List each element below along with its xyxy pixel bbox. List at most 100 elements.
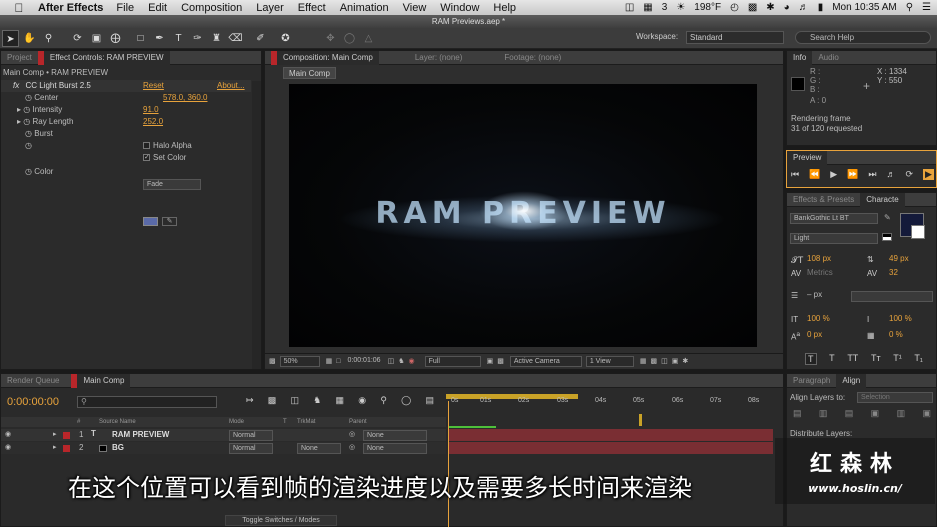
toggle-switches-modes[interactable]: Toggle Switches / Modes (225, 515, 337, 526)
menu-window[interactable]: Window (440, 2, 479, 14)
layer-bar-2[interactable] (448, 442, 773, 454)
layer-row-1[interactable]: ◉ ▸ 1 T RAM PREVIEW Normal ◎ None (1, 429, 446, 441)
ray-length-value[interactable]: 252.0 (143, 116, 163, 128)
resolution-select[interactable]: Full (424, 355, 481, 367)
stopwatch-icon[interactable]: ◷ (25, 129, 32, 138)
layer-row-2[interactable]: ◉ ▸ 2 BG Normal None ◎ None (1, 442, 446, 454)
baseline-value[interactable]: 0 px (807, 329, 822, 341)
transparency-grid-icon[interactable]: ▩ (497, 357, 504, 365)
burst-select[interactable]: Fade (143, 179, 201, 190)
stopwatch-icon[interactable]: ◷ (25, 141, 32, 150)
search-icon[interactable]: ⚲ (906, 2, 913, 13)
clone-stamp-tool-icon[interactable]: ♜ (208, 30, 225, 47)
effect-row[interactable]: fx CC Light Burst 2.5 (1, 80, 251, 92)
render-icon[interactable]: ▩ (650, 357, 657, 365)
stopwatch-icon[interactable]: ◷ (23, 105, 30, 114)
last-frame-icon[interactable]: ⏭ (868, 169, 876, 180)
apple-icon[interactable]:  (10, 1, 28, 15)
live-update-icon[interactable]: ▩ (268, 395, 277, 406)
menu-effect[interactable]: Effect (298, 2, 326, 14)
menu-app-name[interactable]: After Effects (38, 2, 103, 14)
roto-brush-tool-icon[interactable]: ✐ (252, 30, 269, 47)
auto-keyframe-icon[interactable]: ◯ (401, 395, 411, 406)
brainstorm-icon[interactable]: ⚲ (380, 395, 387, 406)
intensity-value[interactable]: 91.0 (143, 104, 159, 116)
pan-behind-tool-icon[interactable]: ⨁ (107, 30, 124, 47)
black-white-icon[interactable] (882, 233, 892, 241)
visibility-eye-icon[interactable]: ◉ (5, 443, 11, 451)
views-select[interactable]: 1 View (585, 355, 634, 367)
rotate-tool-icon[interactable]: ⟳ (69, 30, 86, 47)
set-color-checkbox[interactable]: ✓ Set Color (143, 152, 186, 164)
kerning-value[interactable]: Metrics (807, 267, 833, 279)
rectangle-tool-icon[interactable]: □ (132, 30, 149, 47)
puppet-tool-icon[interactable]: ✪ (277, 30, 294, 47)
faux-bold-icon[interactable]: T (805, 353, 817, 365)
camera-icon[interactable]: ◫ (625, 2, 634, 13)
tab-character[interactable]: Characte (860, 192, 905, 207)
small-caps-icon[interactable]: Tт (871, 353, 881, 365)
menu-layer[interactable]: Layer (256, 2, 284, 14)
expand-arrow-icon[interactable]: ▸ (53, 443, 57, 451)
leading-value[interactable]: 49 px (889, 253, 909, 265)
expand-arrow-icon[interactable]: ▸ (53, 430, 57, 438)
display-icon[interactable]: ▩ (748, 2, 757, 13)
style-select[interactable]: Light (790, 233, 878, 244)
battery-icon[interactable]: ▮ (818, 2, 824, 13)
reset-exposure-icon[interactable]: ▣ (672, 357, 679, 365)
mini-flowchart-icon[interactable]: ↦ (246, 395, 254, 406)
draft-3d-icon[interactable]: ◫ (291, 395, 300, 406)
eyedropper-icon[interactable]: ✎ (884, 213, 891, 222)
trkmat-select[interactable]: None (297, 443, 341, 454)
bluetooth-icon[interactable]: ✱ (766, 2, 774, 13)
align-hcenter-icon[interactable]: ▥ (819, 408, 828, 419)
brush-tool-icon[interactable]: ✑ (189, 30, 206, 47)
align-top-icon[interactable]: ▣ (871, 408, 880, 419)
clock-text[interactable]: Mon 10:35 AM (832, 2, 896, 13)
show-snapshot-icon[interactable]: ♞ (398, 357, 404, 365)
align-bottom-icon[interactable]: ▣ (922, 408, 931, 419)
mode-select[interactable]: Normal (229, 430, 273, 441)
weather-icon[interactable]: ☀ (676, 2, 685, 13)
hand-tool-icon[interactable]: ✋ (21, 30, 38, 47)
visibility-eye-icon[interactable]: ◉ (5, 430, 11, 438)
tracking-value[interactable]: 32 (889, 267, 898, 279)
label-color-red[interactable] (63, 445, 70, 452)
search-help-input[interactable]: Search Help (795, 31, 931, 44)
tab-main-comp[interactable]: Main Comp (71, 373, 131, 388)
ram-preview-icon[interactable]: ▶ (923, 169, 934, 180)
timeline-timecode[interactable]: 0:00:00:00 (7, 395, 59, 409)
stopwatch-icon[interactable]: ◷ (25, 93, 32, 102)
volume-icon[interactable]: ♬ (799, 2, 809, 13)
stroke-color-swatch[interactable] (911, 225, 925, 239)
next-frame-icon[interactable]: ⏩ (847, 169, 858, 180)
align-left-icon[interactable]: ▤ (793, 408, 802, 419)
vertical-scale-value[interactable]: 100 % (807, 313, 830, 325)
font-size-value[interactable]: 108 px (807, 253, 831, 265)
workspace-select[interactable]: Standard (686, 31, 784, 44)
about-link[interactable]: About... (217, 80, 245, 92)
type-tool-icon[interactable]: T (170, 30, 187, 47)
label-color-red[interactable] (63, 432, 70, 439)
notification-icon[interactable]: ▦ (643, 2, 652, 13)
motion-blur-icon[interactable]: ◉ (358, 395, 366, 406)
current-time-indicator[interactable] (448, 401, 449, 527)
zoom-select[interactable]: 50% (279, 355, 320, 367)
channel-icon[interactable]: ◉ (408, 357, 414, 365)
reset-link[interactable]: Reset (143, 80, 164, 92)
center-value[interactable]: 578.0, 360.0 (163, 92, 207, 104)
loop-icon[interactable]: ⟳ (905, 169, 913, 180)
indent-value[interactable]: – px (807, 289, 822, 301)
font-select[interactable]: BankGothic Lt BT (790, 213, 878, 224)
align-vcenter-icon[interactable]: ▥ (897, 408, 906, 419)
tab-paragraph[interactable]: Paragraph (787, 374, 836, 388)
tab-align[interactable]: Align (836, 373, 867, 388)
stopwatch-icon[interactable]: ◷ (23, 117, 30, 126)
graph-editor-icon[interactable]: ▤ (425, 395, 434, 406)
menu-edit[interactable]: Edit (148, 2, 167, 14)
comp-tab-button[interactable]: Main Comp (283, 67, 336, 79)
current-time[interactable]: 0:00:01:06 (344, 356, 383, 367)
fast-preview-icon[interactable]: ▣ (487, 357, 494, 365)
menu-help[interactable]: Help (493, 2, 516, 14)
expand-arrow-icon[interactable]: ▸ (17, 117, 21, 126)
